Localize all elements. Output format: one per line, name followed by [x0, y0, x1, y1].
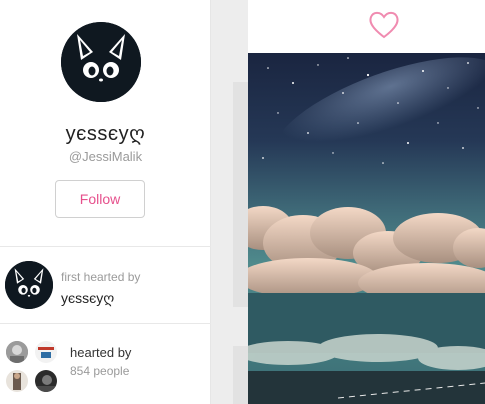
first-hearted-name[interactable]: yєssєyღ [61, 290, 114, 307]
user-photo-icon [35, 341, 57, 363]
profile-sidebar: yєssєyღ @JessiMalik Follow first hearted… [0, 0, 211, 404]
first-hearted-label: first hearted by [61, 270, 141, 284]
background-card-edge [233, 82, 248, 307]
first-hearted-avatar[interactable] [5, 261, 53, 309]
cat-avatar-icon [5, 261, 53, 309]
user-photo-icon [35, 370, 57, 392]
hearted-by-avatar[interactable] [35, 341, 57, 363]
divider [0, 246, 211, 247]
hearted-by-count[interactable]: 854 people [70, 364, 129, 378]
hearted-by-avatar[interactable] [6, 370, 28, 392]
user-photo-icon [6, 341, 28, 363]
follow-button[interactable]: Follow [55, 180, 145, 218]
heart-outline-icon [369, 11, 399, 39]
hearted-by-label: hearted by [70, 345, 132, 360]
profile-avatar[interactable] [61, 22, 141, 102]
post-detail-view: yєssєyღ @JessiMalik Follow first hearted… [0, 0, 485, 404]
divider [0, 323, 211, 324]
hearted-by-avatar[interactable] [6, 341, 28, 363]
heart-button[interactable] [368, 10, 400, 40]
post-image[interactable] [248, 53, 485, 404]
cat-avatar-icon [61, 22, 141, 102]
hearted-by-avatar[interactable] [35, 370, 57, 392]
night-sky-clouds-image [248, 53, 485, 404]
background-card-edge [233, 346, 248, 404]
profile-username[interactable]: @JessiMalik [0, 149, 211, 164]
profile-display-name[interactable]: yєssєyღ [0, 121, 211, 146]
user-photo-icon [6, 370, 28, 392]
background-gutter [211, 0, 248, 404]
post-panel [248, 0, 485, 404]
